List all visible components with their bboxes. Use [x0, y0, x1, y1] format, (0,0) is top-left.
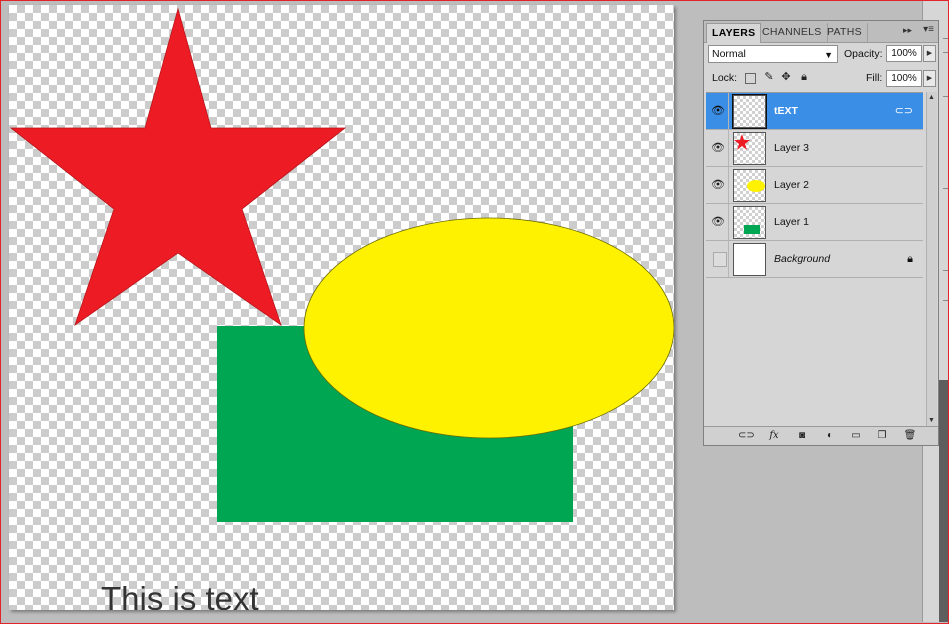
document-canvas[interactable]: This is text — [9, 5, 674, 610]
blend-opacity-row: Normal ▼ Opacity: 100% ▶ — [708, 45, 936, 65]
layer-row-layer-2[interactable]: 👁︎ Layer 2 — [706, 167, 923, 204]
ellipse-thumbnail-icon — [747, 180, 765, 192]
group-icon[interactable]: ▭ — [848, 429, 864, 443]
layer-thumbnail — [733, 132, 766, 165]
layer-name[interactable]: tEXT — [774, 93, 798, 129]
adjustment-icon[interactable]: ◐ — [822, 429, 838, 443]
layer-row-text[interactable]: 👁︎ tEXT ⊂⊃ — [706, 93, 923, 130]
panel-menu-icon[interactable]: ▾≡ — [923, 24, 934, 35]
canvas-shapes — [9, 7, 674, 522]
lock-icon: 🔒︎ — [907, 253, 913, 265]
lock-transparency-icon[interactable] — [745, 73, 756, 84]
opacity-field[interactable]: 100% — [886, 45, 922, 62]
layer-name[interactable]: Layer 2 — [774, 167, 809, 203]
collapse-panel-icon[interactable]: ▸▸ — [903, 25, 912, 36]
blend-mode-value: Normal — [712, 48, 746, 60]
fx-icon[interactable]: fx — [766, 429, 782, 443]
panel-footer: ⊂⊃ fx ◙ ◐ ▭ ❐ 🗑︎ — [704, 426, 938, 445]
scroll-up-icon[interactable]: ▲ — [928, 94, 935, 101]
layers-scrollbar[interactable]: ▲ ▼ — [926, 92, 937, 426]
lock-pixels-icon[interactable]: ✎ — [763, 71, 775, 83]
layer-thumbnail — [732, 94, 767, 129]
layer-name[interactable]: Layer 1 — [774, 204, 809, 240]
visibility-eye-icon[interactable]: 👁︎ — [708, 204, 729, 240]
layer-thumbnail — [733, 169, 766, 202]
panel-tab-bar: LAYERS CHANNELS PATHS ▸▸ ▾≡ — [704, 21, 938, 43]
layer-row-background[interactable]: Background 🔒︎ — [706, 241, 923, 278]
rectangle-thumbnail-icon — [744, 225, 760, 234]
tab-paths[interactable]: PATHS — [822, 23, 868, 42]
lock-position-icon[interactable]: ✥ — [780, 71, 792, 83]
layer-name[interactable]: Layer 3 — [774, 130, 809, 166]
tab-layers[interactable]: LAYERS — [706, 23, 762, 43]
star-thumbnail-icon — [734, 134, 750, 150]
fill-field[interactable]: 100% — [886, 70, 922, 87]
visibility-eye-icon[interactable]: 👁︎ — [708, 130, 729, 166]
opacity-slider-button[interactable]: ▶ — [923, 45, 936, 62]
layers-panel: LAYERS CHANNELS PATHS ▸▸ ▾≡ Normal ▼ Opa… — [703, 20, 939, 446]
fill-label: Fill: — [866, 72, 883, 84]
lock-label: Lock: — [712, 72, 738, 84]
link-icon: ⊂⊃ — [894, 105, 913, 117]
blend-mode-select[interactable]: Normal ▼ — [708, 45, 838, 63]
lock-all-icon[interactable]: 🔒︎ — [798, 71, 810, 83]
opacity-label: Opacity: — [844, 48, 883, 60]
lock-fill-row: Lock: ✎ ✥ 🔒︎ Fill: 100% ▶ — [708, 69, 936, 89]
layer-thumbnail — [733, 206, 766, 239]
chevron-down-icon: ▼ — [824, 50, 833, 60]
visibility-toggle[interactable] — [708, 241, 729, 277]
tab-channels[interactable]: CHANNELS — [757, 23, 828, 42]
trash-icon[interactable]: 🗑︎ — [902, 429, 918, 443]
visibility-eye-icon[interactable]: 👁︎ — [708, 167, 729, 203]
new-layer-icon[interactable]: ❐ — [874, 429, 890, 443]
visibility-eye-icon[interactable]: 👁︎ — [708, 93, 729, 129]
fill-slider-button[interactable]: ▶ — [923, 70, 936, 87]
yellow-ellipse-shape[interactable] — [303, 217, 674, 439]
hidden-eye-box — [713, 252, 727, 267]
layer-thumbnail — [733, 243, 766, 276]
layer-row-layer-1[interactable]: 👁︎ Layer 1 — [706, 204, 923, 241]
link-layers-icon[interactable]: ⊂⊃ — [738, 429, 755, 443]
scroll-down-icon[interactable]: ▼ — [928, 417, 935, 424]
red-star-shape[interactable] — [9, 7, 347, 327]
layer-name[interactable]: Background — [774, 241, 830, 277]
layer-row-layer-3[interactable]: 👁︎ Layer 3 — [706, 130, 923, 167]
canvas-text-layer[interactable]: This is text — [101, 579, 259, 610]
mask-icon[interactable]: ◙ — [794, 429, 810, 443]
layers-list: 👁︎ tEXT ⊂⊃ 👁︎ Layer 3 👁︎ Layer 2 👁︎ Laye… — [706, 92, 923, 427]
